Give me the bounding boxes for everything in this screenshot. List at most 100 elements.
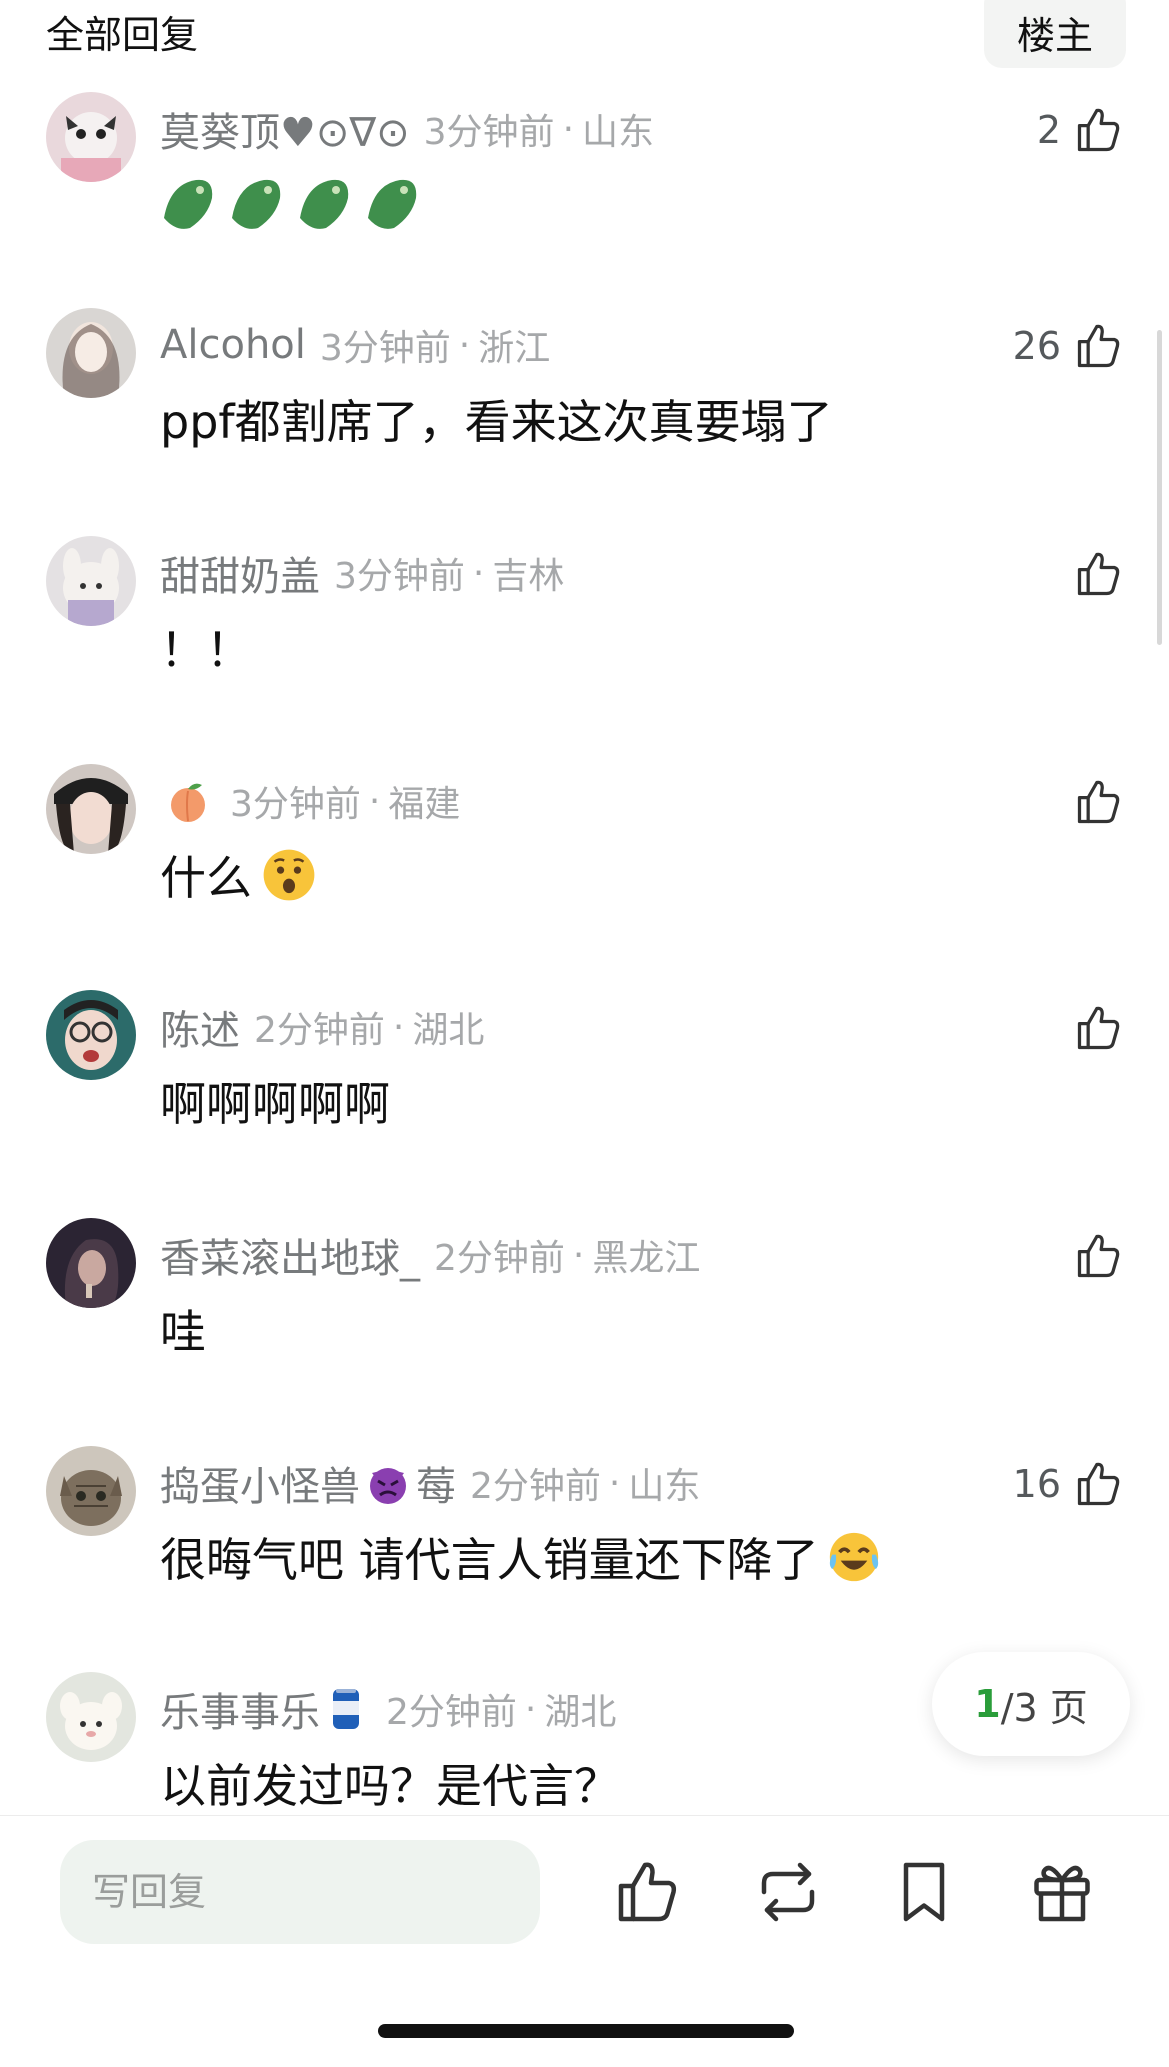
comment-region: 山东	[582, 112, 655, 153]
avatar[interactable]	[46, 92, 136, 182]
reply-header: 全部回复 楼主	[0, 0, 1169, 80]
avatar[interactable]	[46, 308, 136, 398]
page-title: 全部回复	[46, 13, 199, 57]
separator-dot: ·	[562, 108, 575, 150]
thumbs-up-icon[interactable]	[1073, 1002, 1125, 1054]
comment-meta: 捣蛋小怪兽 莓 2分钟前 · 山东	[160, 1458, 701, 1511]
home-indicator	[378, 2024, 794, 2038]
avatar[interactable]	[46, 1446, 136, 1536]
comment-time: 2分钟前	[254, 1010, 385, 1051]
like-count: 26	[1012, 324, 1061, 368]
comment-body: 啊啊啊啊啊	[160, 1068, 390, 1134]
separator-dot: ·	[472, 552, 485, 594]
comment-time: 3分钟前	[230, 784, 361, 825]
bookmark-icon[interactable]	[888, 1856, 960, 1928]
reply-input[interactable]	[60, 1840, 540, 1944]
comment-region: 湖北	[544, 1692, 617, 1733]
comment-body: 很晦气吧 请代言人销量还下降了	[160, 1524, 887, 1590]
comment-region: 黑龙江	[592, 1238, 701, 1279]
comment-text: ppf都割席了，看来这次真要塌了	[160, 395, 833, 449]
comment-meta: 3分钟前 · 福建	[160, 776, 460, 826]
comment-body: ！！	[160, 614, 252, 680]
comment-meta: Alcohol 3分钟前 · 浙江	[160, 320, 550, 370]
avatar[interactable]	[46, 764, 136, 854]
page-indicator[interactable]: 1 /3 页	[932, 1652, 1130, 1756]
comment-item: 捣蛋小怪兽 莓 2分钟前 · 山东 很晦气吧 请代言人销量还下降了 16	[0, 1446, 1169, 1666]
crocodile-emoji-row	[164, 179, 417, 229]
comment-body: ppf都割席了，看来这次真要塌了	[160, 386, 833, 452]
comment-item: 陈述 2分钟前 · 湖北 啊啊啊啊啊	[0, 990, 1169, 1210]
username[interactable]: 香菜滚出地球_	[160, 1226, 420, 1284]
comment-meta: 甜甜奶盖 3分钟前 · 吉林	[160, 548, 565, 601]
separator-dot: ·	[368, 780, 381, 822]
comment-time: 2分钟前	[470, 1466, 601, 1507]
like-area[interactable]: 16	[1013, 1456, 1125, 1512]
comment-text: 以前发过吗？是代言？	[160, 1759, 620, 1813]
comment-body: 以前发过吗？是代言？	[160, 1750, 620, 1816]
separator-dot: ·	[458, 324, 471, 366]
comment-meta: 莫葵顶♥⊙∇⊙ 3分钟前 · 山东	[160, 104, 655, 157]
username[interactable]: 陈述	[160, 998, 240, 1056]
comment-time: 3分钟前	[334, 556, 465, 597]
comment-item: 3分钟前 · 福建 什么	[0, 764, 1169, 984]
comment-body	[160, 170, 430, 236]
comment-text: 什么	[160, 851, 252, 905]
tears-of-joy-emoji	[825, 1528, 883, 1586]
avatar[interactable]	[46, 1672, 136, 1762]
avatar[interactable]	[46, 1218, 136, 1308]
can-badge-icon	[324, 1685, 368, 1733]
username[interactable]: 乐事事乐	[160, 1680, 320, 1738]
comment-item: 香菜滚出地球_ 2分钟前 · 黑龙江 哇	[0, 1218, 1169, 1438]
op-only-button[interactable]: 楼主	[984, 0, 1126, 68]
like-area[interactable]: 2	[1037, 102, 1125, 158]
page-current: 1	[974, 1682, 1001, 1726]
comment-text: 很晦气吧 请代言人销量还下降了	[160, 1533, 819, 1587]
comment-item: 甜甜奶盖 3分钟前 · 吉林 ！！	[0, 536, 1169, 756]
thumbs-up-icon[interactable]	[1073, 776, 1125, 828]
like-area[interactable]	[1061, 774, 1125, 830]
peach-emoji	[164, 777, 212, 825]
scrollbar[interactable]	[1157, 330, 1162, 645]
comment-item: 莫葵顶♥⊙∇⊙ 3分钟前 · 山东 2	[0, 92, 1169, 312]
like-area[interactable]	[1061, 1000, 1125, 1056]
like-count: 16	[1012, 1462, 1061, 1506]
comment-text: 啊啊啊啊啊	[160, 1077, 390, 1131]
like-count: 2	[1036, 108, 1061, 152]
surprised-face-emoji	[260, 846, 318, 904]
comment-time: 3分钟前	[319, 328, 451, 369]
separator-dot: ·	[572, 1234, 585, 1276]
comment-region: 浙江	[478, 328, 551, 369]
comment-item: Alcohol 3分钟前 · 浙江 ppf都割席了，看来这次真要塌了 26	[0, 308, 1169, 528]
username[interactable]: 捣蛋小怪兽	[160, 1454, 360, 1512]
separator-dot: ·	[608, 1462, 621, 1504]
like-area[interactable]: 26	[1013, 318, 1125, 374]
like-area[interactable]	[1061, 1228, 1125, 1284]
comment-text: ！！	[160, 623, 252, 677]
comment-region: 吉林	[492, 556, 565, 597]
gift-icon[interactable]	[1026, 1856, 1098, 1928]
comment-time: 3分钟前	[423, 112, 555, 153]
comment-time: 2分钟前	[386, 1692, 517, 1733]
separator-dot: ·	[524, 1688, 537, 1730]
thumbs-up-icon[interactable]	[1073, 320, 1125, 372]
comment-meta: 乐事事乐 2分钟前 · 湖北	[160, 1684, 617, 1737]
comment-time: 2分钟前	[434, 1238, 565, 1279]
devil-emoji	[364, 1459, 412, 1507]
username[interactable]: Alcohol	[160, 322, 306, 368]
thumbs-up-icon[interactable]	[1073, 104, 1125, 156]
repost-icon[interactable]	[752, 1856, 824, 1928]
thumbs-up-icon[interactable]	[612, 1856, 684, 1928]
avatar[interactable]	[46, 536, 136, 626]
username-suffix[interactable]: 莓	[416, 1454, 456, 1512]
thumbs-up-icon[interactable]	[1073, 548, 1125, 600]
comment-region: 福建	[388, 784, 461, 825]
comment-meta: 香菜滚出地球_ 2分钟前 · 黑龙江	[160, 1230, 701, 1283]
username[interactable]: 莫葵顶♥⊙∇⊙	[160, 100, 410, 158]
separator-dot: ·	[392, 1006, 405, 1048]
like-area[interactable]	[1061, 546, 1125, 602]
avatar[interactable]	[46, 990, 136, 1080]
username[interactable]: 甜甜奶盖	[160, 544, 320, 602]
comment-region: 山东	[628, 1466, 701, 1507]
thumbs-up-icon[interactable]	[1073, 1230, 1125, 1282]
thumbs-up-icon[interactable]	[1073, 1458, 1125, 1510]
